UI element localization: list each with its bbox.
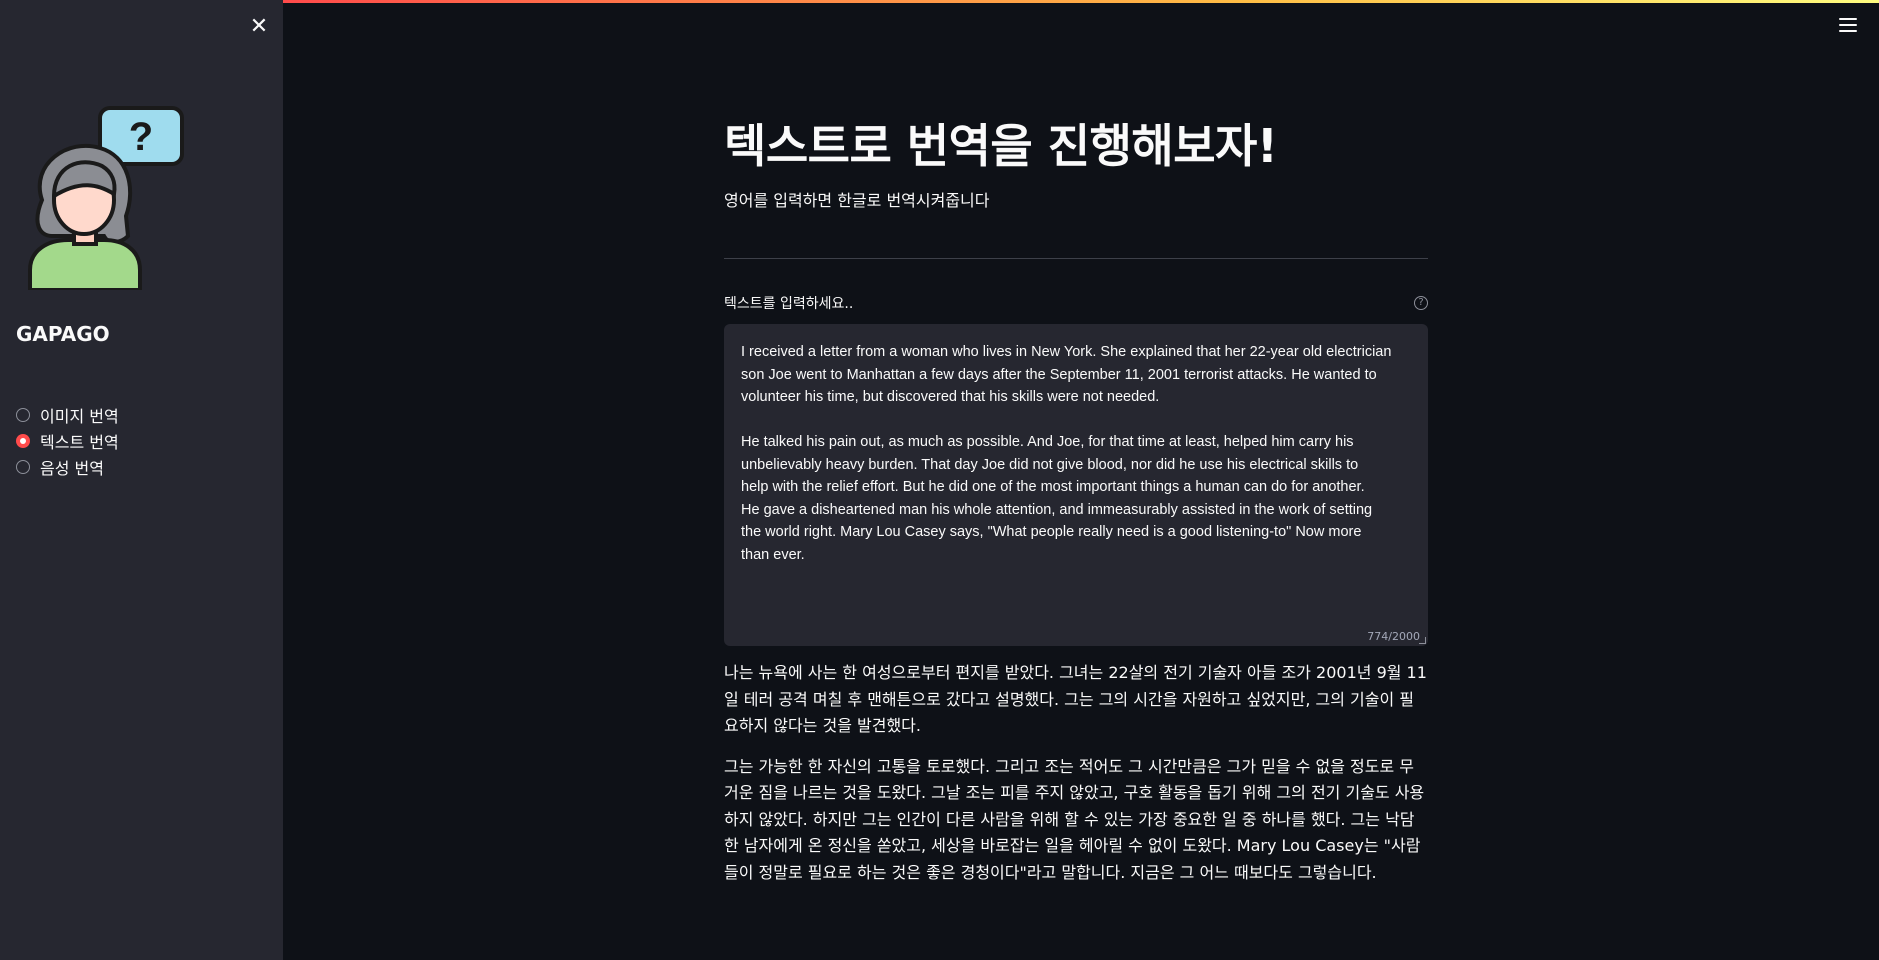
radio-button-unselected[interactable] (16, 408, 30, 422)
app-root: ✕ ? GAPAGO 이미지 번역 텍스트 번역 음성 번역 텍스트로 번역을 … (0, 0, 1879, 960)
app-brand-title: GAPAGO (16, 322, 110, 346)
radio-option-label: 이미지 번역 (40, 407, 119, 426)
help-icon[interactable]: ? (1414, 296, 1428, 310)
english-text-input[interactable]: I received a letter from a woman who liv… (724, 324, 1428, 646)
radio-option-label: 텍스트 번역 (40, 433, 119, 452)
top-decoration-bar (283, 0, 1879, 3)
radio-option-image-translation[interactable]: 이미지 번역 (16, 402, 119, 428)
character-count: 774/2000 (1367, 630, 1420, 643)
output-paragraph: 나는 뉴욕에 사는 한 여성으로부터 편지를 받았다. 그녀는 22살의 전기 … (724, 663, 1427, 735)
page-subtitle: 영어를 입력하면 한글로 번역시켜줍니다 (724, 191, 990, 210)
radio-option-label: 음성 번역 (40, 459, 104, 478)
output-paragraph: 그는 가능한 한 자신의 고통을 토로했다. 그리고 조는 적어도 그 시간만큼… (724, 756, 1425, 882)
translation-output: 나는 뉴욕에 사는 한 여성으로부터 편지를 받았다. 그녀는 22살의 전기 … (724, 660, 1428, 900)
hamburger-menu-icon[interactable] (1839, 18, 1857, 32)
section-divider (724, 258, 1428, 259)
svg-text:?: ? (129, 115, 153, 159)
radio-button-unselected[interactable] (16, 460, 30, 474)
radio-button-selected[interactable] (16, 434, 30, 448)
text-input-label: 텍스트를 입력하세요.. (724, 296, 854, 312)
resize-handle-icon[interactable] (1419, 637, 1426, 644)
radio-option-text-translation[interactable]: 텍스트 번역 (16, 428, 119, 454)
radio-option-voice-translation[interactable]: 음성 번역 (16, 454, 119, 480)
close-icon[interactable]: ✕ (248, 16, 270, 38)
translation-mode-radio-group: 이미지 번역 텍스트 번역 음성 번역 (16, 402, 119, 480)
sidebar: ✕ ? GAPAGO 이미지 번역 텍스트 번역 음성 번역 (0, 0, 283, 960)
person-question-illustration: ? (28, 106, 184, 290)
page-title: 텍스트로 번역을 진행해보자! (724, 119, 1278, 173)
text-input-value[interactable]: I received a letter from a woman who liv… (741, 341, 1411, 566)
